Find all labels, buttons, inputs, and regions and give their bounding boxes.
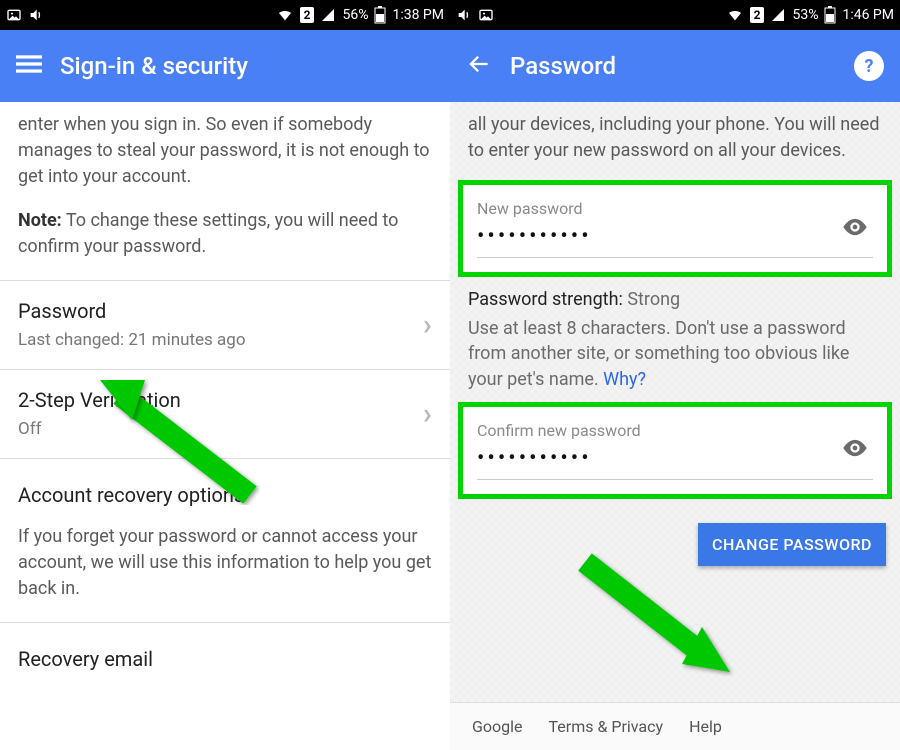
chevron-right-icon: › — [423, 392, 432, 436]
field-value: ••••••••••• — [477, 446, 873, 480]
eye-icon[interactable] — [841, 213, 869, 245]
change-password-button[interactable]: CHANGE PASSWORD — [698, 523, 886, 566]
clock-text: 1:38 PM — [392, 7, 444, 23]
footer: Google Terms & Privacy Help — [450, 702, 900, 750]
right-screenshot: 2 53% 1:46 PM Password ? all your device… — [450, 0, 900, 750]
volume-icon — [456, 7, 472, 23]
page-title: Sign-in & security — [60, 52, 248, 80]
intro-text: enter when you sign in. So even if someb… — [18, 112, 432, 190]
help-icon[interactable]: ? — [854, 51, 884, 81]
password-hint: Use at least 8 characters. Don't use a p… — [468, 316, 882, 392]
menu-icon[interactable] — [16, 51, 42, 81]
sim-indicator: 2 — [300, 7, 315, 23]
row-subtitle: Off — [18, 417, 432, 442]
signal-icon — [770, 7, 786, 23]
intro-text: all your devices, including your phone. … — [450, 102, 900, 180]
volume-icon — [28, 7, 44, 23]
footer-google[interactable]: Google — [472, 717, 523, 736]
left-screenshot: 2 56% 1:38 PM Sign-in & security enter w… — [0, 0, 450, 750]
battery-icon — [374, 6, 386, 24]
field-value: ••••••••••• — [477, 224, 873, 258]
two-step-row[interactable]: 2-Step Verification Off › — [18, 370, 432, 458]
confirm-password-field[interactable]: Confirm new password ••••••••••• — [458, 402, 892, 499]
why-link[interactable]: Why? — [603, 369, 646, 390]
row-subtitle: Last changed: 21 minutes ago — [18, 328, 432, 353]
back-icon[interactable] — [466, 51, 492, 81]
clock-text: 1:46 PM — [842, 7, 894, 23]
field-label: Confirm new password — [477, 421, 873, 440]
app-bar: Password ? — [450, 30, 900, 102]
section-desc: If you forget your password or cannot ac… — [18, 524, 432, 602]
password-row[interactable]: Password Last changed: 21 minutes ago › — [18, 281, 432, 369]
note-text: Note: To change these settings, you will… — [18, 208, 432, 260]
footer-help[interactable]: Help — [689, 717, 722, 736]
image-icon — [478, 7, 494, 23]
field-label: New password — [477, 199, 873, 218]
battery-text: 56% — [342, 7, 368, 23]
row-title: 2-Step Verification — [18, 386, 432, 415]
image-icon — [6, 7, 22, 23]
eye-icon[interactable] — [841, 434, 869, 466]
recovery-email-row[interactable]: Recovery email — [18, 645, 432, 674]
app-bar: Sign-in & security — [0, 30, 450, 102]
battery-text: 53% — [792, 7, 818, 23]
row-title: Password — [18, 297, 432, 326]
status-bar: 2 53% 1:46 PM — [450, 0, 900, 30]
chevron-right-icon: › — [423, 304, 432, 348]
password-strength: Password strength: Strong — [468, 289, 882, 310]
signal-icon — [320, 7, 336, 23]
battery-icon — [824, 6, 836, 24]
new-password-field[interactable]: New password ••••••••••• — [458, 180, 892, 277]
sim-indicator: 2 — [750, 7, 765, 23]
status-bar: 2 56% 1:38 PM — [0, 0, 450, 30]
footer-terms[interactable]: Terms & Privacy — [549, 717, 664, 736]
wifi-icon — [276, 7, 294, 23]
section-title: Account recovery options — [18, 481, 432, 510]
wifi-icon — [726, 7, 744, 23]
page-title: Password — [510, 52, 616, 80]
